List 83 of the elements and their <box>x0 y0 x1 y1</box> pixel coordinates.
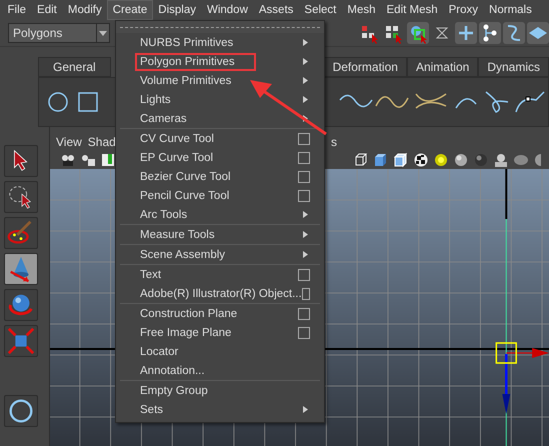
menu-item[interactable]: CV Curve Tool <box>140 132 214 144</box>
camera-icon[interactable] <box>80 152 96 168</box>
panel-menu-item[interactable]: Shad <box>88 135 116 149</box>
option-box-icon[interactable] <box>298 152 310 164</box>
select-component-icon[interactable] <box>407 22 429 44</box>
submenu-arrow-icon <box>303 77 308 84</box>
submenu-arrow-icon <box>303 115 308 122</box>
menu-item[interactable]: Assets <box>253 0 299 20</box>
shelf-tab[interactable]: Animation <box>406 57 478 77</box>
plus-icon[interactable] <box>455 22 477 44</box>
cube-icon[interactable] <box>393 152 409 168</box>
move-tool-button[interactable] <box>4 253 38 285</box>
menu-item[interactable]: Adobe(R) Illustrator(R) Object... <box>140 288 302 300</box>
menu-item[interactable]: Mesh <box>342 0 381 20</box>
submenu-arrow-icon <box>303 406 308 413</box>
option-box-icon[interactable] <box>298 326 310 338</box>
menu-item[interactable]: Scene Assembly <box>140 248 226 260</box>
checker-sphere-icon[interactable] <box>413 152 429 168</box>
mode-dropdown[interactable]: Polygons <box>8 23 110 43</box>
menu-item[interactable]: Construction Plane <box>140 308 238 320</box>
menu-item[interactable]: Locator <box>140 346 178 358</box>
submenu-arrow-icon <box>303 58 308 65</box>
sphere-icon[interactable] <box>473 152 489 168</box>
shelf-tab[interactable]: General <box>38 57 111 77</box>
menu-item[interactable]: Bezier Curve Tool <box>140 170 231 182</box>
menu-item[interactable]: Pencil Curve Tool <box>140 190 230 202</box>
menu-item[interactable]: Edit Mesh <box>381 0 444 20</box>
scale-tool-button[interactable] <box>4 325 38 357</box>
bust-icon[interactable] <box>493 152 509 168</box>
menu-item[interactable]: Empty Group <box>140 384 208 396</box>
menu-item[interactable]: Sets <box>140 404 164 416</box>
wireframe-cube-icon[interactable] <box>353 152 369 168</box>
menu-item[interactable]: Proxy <box>443 0 484 20</box>
option-box-icon[interactable] <box>298 170 310 182</box>
plane-icon[interactable] <box>527 22 549 44</box>
menu-item[interactable]: Annotation... <box>140 364 205 376</box>
menu-item[interactable]: Select <box>298 0 342 20</box>
cube-icon <box>6 326 36 356</box>
menu-item[interactable]: Text <box>140 268 162 280</box>
menu-item[interactable]: Normals <box>484 0 538 20</box>
option-box-icon[interactable] <box>298 132 310 144</box>
menu-item[interactable]: Display <box>152 0 202 20</box>
square-icon[interactable] <box>77 91 99 113</box>
menu-item[interactable]: NURBS Primitives <box>140 36 234 48</box>
panel-menu-item[interactable]: s <box>331 135 337 149</box>
lasso-tool-button[interactable] <box>4 181 38 213</box>
menu-item[interactable]: Polygon Primitives <box>138 56 253 68</box>
caret-icon <box>99 30 107 36</box>
submenu-arrow-icon <box>303 231 308 238</box>
bookmark-icon[interactable] <box>100 152 116 168</box>
panel-menu-item[interactable]: View <box>56 135 82 149</box>
submenu-arrow-icon <box>303 39 308 46</box>
submenu-arrow-icon <box>303 251 308 258</box>
camera-icon[interactable] <box>60 152 76 168</box>
shelf-tab[interactable]: Deformation <box>324 57 407 77</box>
shelf-tab[interactable]: Dynamics <box>478 57 549 77</box>
menu-item[interactable]: Cameras <box>140 112 187 124</box>
circle-tool-button[interactable] <box>4 395 38 427</box>
option-box-icon[interactable] <box>298 308 310 320</box>
rotate-tool-button[interactable] <box>4 289 38 321</box>
light-icon[interactable] <box>433 152 449 168</box>
menu-item[interactable]: EP Curve Tool <box>140 152 214 164</box>
menu-item[interactable]: Measure Tools <box>140 228 215 240</box>
menu-item[interactable]: Modify <box>62 0 108 20</box>
option-box-icon[interactable] <box>298 268 310 280</box>
circle-icon[interactable] <box>47 91 69 113</box>
menu-item[interactable]: Lights <box>140 94 171 106</box>
menu-item[interactable]: Edit <box>32 0 62 20</box>
option-box-icon[interactable] <box>298 190 310 202</box>
submenu-arrow-icon <box>303 211 308 218</box>
menu-item[interactable]: File <box>2 0 32 20</box>
nodes-icon[interactable] <box>479 22 501 44</box>
menu-item[interactable]: Free Image Plane <box>140 326 232 338</box>
menu-item[interactable]: Volume Primitives <box>140 74 232 86</box>
menu-item[interactable]: Window <box>201 0 254 20</box>
shaded-cube-icon[interactable] <box>373 152 389 168</box>
option-box-icon[interactable] <box>302 288 310 300</box>
menu-item[interactable]: Create <box>107 0 153 20</box>
submenu-arrow-icon <box>303 96 308 103</box>
select-tool-button[interactable] <box>4 145 38 177</box>
menu-item[interactable]: Arc Tools <box>140 208 188 220</box>
curve-icon[interactable] <box>503 22 525 44</box>
sphere-icon[interactable] <box>453 152 469 168</box>
